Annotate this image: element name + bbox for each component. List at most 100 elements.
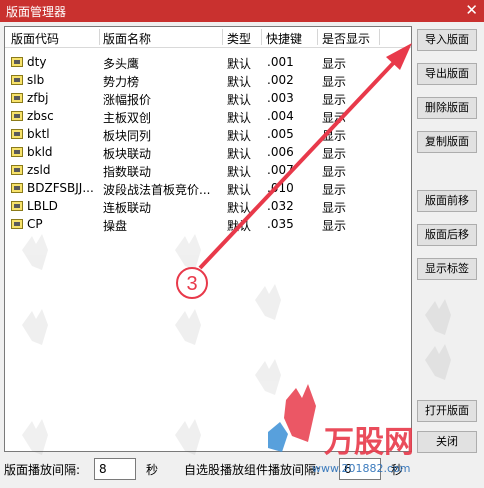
row-hotkey: .006 — [267, 145, 294, 159]
table-row[interactable]: dty 多头鹰 默认 .001 显示 — [5, 54, 411, 72]
column-divider[interactable] — [379, 29, 380, 45]
import-layout-button[interactable]: 导入版面 — [417, 29, 477, 51]
table-row[interactable]: bktl 板块同列 默认 .005 显示 — [5, 126, 411, 144]
row-type: 默认 — [227, 165, 252, 179]
row-code: zbsc — [27, 109, 54, 123]
row-type: 默认 — [227, 219, 252, 233]
row-type: 默认 — [227, 183, 252, 197]
row-code: bktl — [27, 127, 50, 141]
close-button[interactable]: 关闭 — [417, 431, 477, 453]
layout-icon — [11, 219, 23, 229]
layout-icon — [11, 75, 23, 85]
interval-input[interactable]: 8 — [94, 458, 136, 480]
row-code: LBLD — [27, 199, 58, 213]
row-name: 连板联动 — [103, 201, 152, 215]
move-up-button[interactable]: 版面前移 — [417, 190, 477, 212]
row-name: 波段战法首板竞价... — [103, 183, 211, 197]
column-divider[interactable] — [99, 29, 100, 45]
layout-icon — [11, 129, 23, 139]
row-type: 默认 — [227, 93, 252, 107]
row-hotkey: .002 — [267, 73, 294, 87]
table-row[interactable]: BDZFSBJJ... 波段战法首板竞价... 默认 .010 显示 — [5, 180, 411, 198]
list-header: 版面代码 版面名称 类型 快捷键 是否显示 — [5, 27, 411, 48]
row-hotkey: .007 — [267, 163, 294, 177]
column-header-visible[interactable]: 是否显示 — [322, 30, 370, 47]
export-layout-button[interactable]: 导出版面 — [417, 63, 477, 85]
column-divider[interactable] — [261, 29, 262, 45]
row-visible: 显示 — [322, 75, 347, 89]
show-label-button[interactable]: 显示标签 — [417, 258, 477, 280]
row-visible: 显示 — [322, 93, 347, 107]
table-row[interactable]: zbsc 主板双创 默认 .004 显示 — [5, 108, 411, 126]
layout-icon — [11, 57, 23, 67]
row-code: zsld — [27, 163, 51, 177]
layout-icon — [11, 93, 23, 103]
move-down-button[interactable]: 版面后移 — [417, 224, 477, 246]
row-visible: 显示 — [322, 57, 347, 71]
column-header-hotkey[interactable]: 快捷键 — [266, 30, 302, 47]
row-hotkey: .004 — [267, 109, 294, 123]
row-hotkey: .035 — [267, 217, 294, 231]
row-name: 涨幅报价 — [103, 93, 152, 107]
row-code: slb — [27, 73, 45, 87]
column-header-code[interactable]: 版面代码 — [11, 30, 59, 47]
row-visible: 显示 — [322, 165, 347, 179]
layout-icon — [11, 201, 23, 211]
row-visible: 显示 — [322, 129, 347, 143]
column-divider[interactable] — [222, 29, 223, 45]
table-row[interactable]: zfbj 涨幅报价 默认 .003 显示 — [5, 90, 411, 108]
delete-layout-button[interactable]: 删除版面 — [417, 97, 477, 119]
row-hotkey: .032 — [267, 199, 294, 213]
table-row[interactable]: zsld 指数联动 默认 .007 显示 — [5, 162, 411, 180]
window-title: 版面管理器 — [6, 5, 67, 19]
row-type: 默认 — [227, 129, 252, 143]
row-type: 默认 — [227, 147, 252, 161]
row-type: 默认 — [227, 201, 252, 215]
row-name: 主板双创 — [103, 111, 152, 125]
title-bar: 版面管理器 ✕ — [0, 0, 484, 22]
layout-icon — [11, 183, 23, 193]
row-code: dty — [27, 55, 47, 69]
row-visible: 显示 — [322, 183, 347, 197]
interval-label: 版面播放间隔: — [4, 463, 81, 477]
row-name: 操盘 — [103, 219, 128, 233]
row-hotkey: .010 — [267, 181, 294, 195]
layout-list[interactable]: 版面代码 版面名称 类型 快捷键 是否显示 dty 多头鹰 默认 .001 显示… — [4, 26, 412, 452]
row-code: bkld — [27, 145, 53, 159]
layout-icon — [11, 165, 23, 175]
row-hotkey: .003 — [267, 91, 294, 105]
column-header-type[interactable]: 类型 — [227, 30, 251, 47]
row-code: zfbj — [27, 91, 49, 105]
row-name: 势力榜 — [103, 75, 140, 89]
column-header-name[interactable]: 版面名称 — [103, 30, 151, 47]
widget-interval-unit: 秒 — [391, 463, 404, 477]
widget-interval-input[interactable]: 6 — [339, 458, 381, 480]
row-type: 默认 — [227, 75, 252, 89]
table-row[interactable]: CP 操盘 默认 .035 显示 — [5, 216, 411, 234]
row-type: 默认 — [227, 57, 252, 71]
row-visible: 显示 — [322, 219, 347, 233]
table-row[interactable]: slb 势力榜 默认 .002 显示 — [5, 72, 411, 90]
row-name: 板块同列 — [103, 129, 152, 143]
row-type: 默认 — [227, 111, 252, 125]
column-divider[interactable] — [317, 29, 318, 45]
copy-layout-button[interactable]: 复制版面 — [417, 131, 477, 153]
widget-interval-label: 自选股播放组件播放间隔: — [184, 463, 321, 477]
interval-unit: 秒 — [146, 463, 159, 477]
row-hotkey: .005 — [267, 127, 294, 141]
row-code: BDZFSBJJ... — [27, 181, 94, 195]
table-row[interactable]: LBLD 连板联动 默认 .032 显示 — [5, 198, 411, 216]
row-name: 板块联动 — [103, 147, 152, 161]
open-layout-button[interactable]: 打开版面 — [417, 400, 477, 422]
row-visible: 显示 — [322, 147, 347, 161]
row-code: CP — [27, 217, 43, 231]
row-visible: 显示 — [322, 201, 347, 215]
table-row[interactable]: bkld 板块联动 默认 .006 显示 — [5, 144, 411, 162]
close-icon[interactable]: ✕ — [465, 1, 478, 19]
row-visible: 显示 — [322, 111, 347, 125]
row-hotkey: .001 — [267, 55, 294, 69]
row-name: 多头鹰 — [103, 57, 140, 71]
layout-icon — [11, 147, 23, 157]
row-name: 指数联动 — [103, 165, 152, 179]
layout-icon — [11, 111, 23, 121]
